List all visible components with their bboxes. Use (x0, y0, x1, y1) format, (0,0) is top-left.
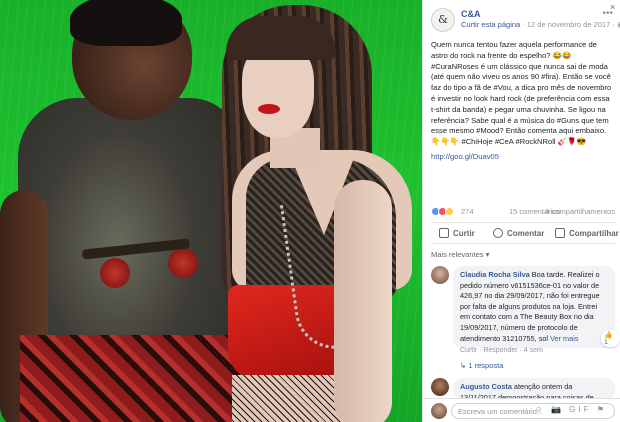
post-date[interactable]: 12 de novembro de 2017 (527, 20, 610, 29)
see-more-link[interactable]: Ver mais (550, 334, 578, 343)
like-label: Curtir (453, 229, 475, 238)
share-button[interactable]: Compartilhar (555, 228, 619, 238)
comment-composer: Escreva um comentário... ☺ 📷 GIF ⚑ (423, 398, 620, 422)
post-meta: Curtir esta página · 12 de novembro de 2… (461, 20, 620, 29)
comment-bubble: Augusto Costa atenção ontem da 13/11/201… (453, 378, 615, 400)
rose-graphic-right (168, 248, 198, 278)
commenter-name[interactable]: Augusto Costa (460, 382, 512, 391)
reaction-icons[interactable] (431, 207, 454, 218)
view-replies-link[interactable]: ↳ 1 resposta (460, 361, 503, 370)
post-side-panel: & C&A Curtir esta página · 12 de novembr… (422, 0, 620, 422)
man-hair-top (70, 0, 182, 46)
comment-actions[interactable]: Curtir · Responder · 4 sem (460, 347, 543, 354)
flannel-shirt (20, 335, 240, 422)
current-user-avatar (431, 403, 447, 419)
woman-lips (258, 104, 280, 114)
comment-reaction-badge[interactable]: 👍 1 (601, 330, 620, 347)
comment-bubble: Claudia Rocha Silva Boa tarde. Realizei … (453, 266, 615, 349)
share-count[interactable]: 4 compartilhamentos (545, 207, 615, 216)
commenter-name[interactable]: Claudia Rocha Silva (460, 270, 530, 279)
post-actions: Curtir Comentar Compartilhar (431, 222, 619, 244)
post-text: Quem nunca tentou fazer aquela performan… (431, 40, 612, 147)
haha-reaction-icon (445, 207, 454, 216)
share-label: Compartilhar (569, 229, 619, 238)
composer-icons[interactable]: ☺ 📷 GIF ⚑ (535, 405, 607, 414)
reaction-count[interactable]: 274 (461, 207, 474, 216)
post-header: & C&A Curtir esta página · 12 de novembr… (431, 8, 620, 32)
comment-sort-dropdown[interactable]: Mais relevantes ▾ (431, 250, 489, 259)
comment-icon (493, 228, 503, 238)
close-icon[interactable]: × (610, 2, 615, 12)
commenter-avatar[interactable] (431, 378, 449, 396)
reactions-bar: 274 15 comentários 4 compartilhamentos (431, 206, 615, 218)
like-button[interactable]: Curtir (439, 228, 475, 238)
comment-text: Boa tarde. Realizei o pedido número v615… (460, 270, 600, 343)
woman-arm (334, 180, 392, 422)
woman-bangs (226, 16, 336, 60)
comment-label: Comentar (507, 229, 545, 238)
thumbs-up-icon (439, 228, 449, 238)
page-name-link[interactable]: C&A (461, 9, 481, 19)
page-avatar[interactable]: & (431, 8, 455, 32)
post-link[interactable]: http://goo.gl/Duav05 (431, 152, 499, 161)
follow-page-link[interactable]: Curtir esta página (461, 20, 520, 29)
commenter-avatar[interactable] (431, 266, 449, 284)
woman-fishnet-legs (232, 375, 350, 422)
comment-button[interactable]: Comentar (493, 228, 544, 238)
rose-graphic-left (100, 258, 130, 288)
share-icon (555, 228, 565, 238)
post-photo[interactable] (0, 0, 422, 422)
